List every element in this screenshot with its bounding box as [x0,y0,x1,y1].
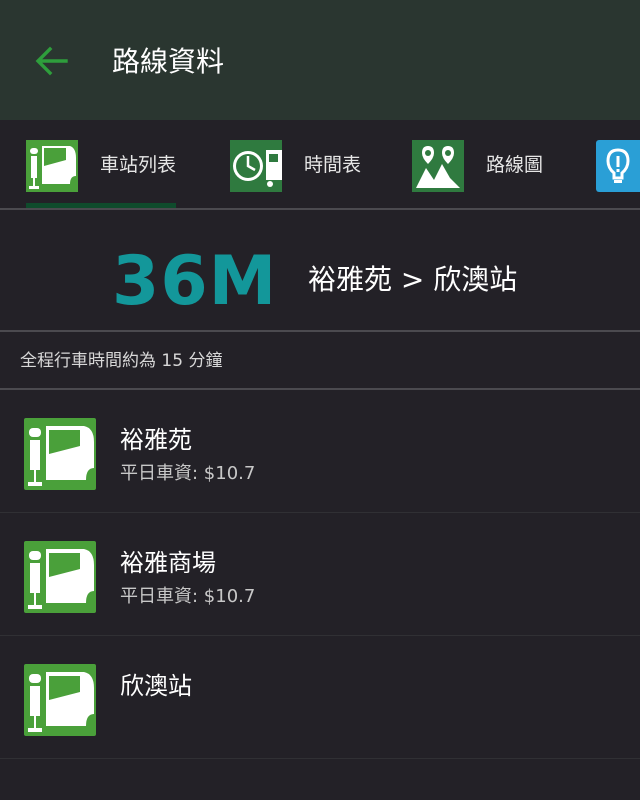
tab-bar: 車站列表 時間表 路線圖 [0,120,640,210]
stop-fare: 平日車資: $10.7 [120,463,256,484]
tab-selected-indicator [26,203,176,208]
bus-stop-icon [24,541,96,613]
tab-label: 路線圖 [486,154,544,176]
stop-name: 裕雅苑 [120,426,192,454]
list-item[interactable]: 裕雅苑 平日車資: $10.7 [0,390,640,513]
tab-info[interactable] [596,140,640,192]
stop-fare: 平日車資: $10.7 [120,586,256,607]
bus-stop-icon [24,418,96,490]
journey-time-row: 全程行車時間約為 15 分鐘 [0,332,640,390]
journey-time: 全程行車時間約為 15 分鐘 [20,351,223,371]
tab-label: 時間表 [304,154,362,176]
route-number: 36M [112,242,278,321]
route-header: 36M 裕雅苑 > 欣澳站 [0,210,640,332]
stop-list: 裕雅苑 平日車資: $10.7 裕雅商場 平日車資: $10.7 欣澳站 [0,390,640,759]
route-direction: 裕雅苑 > 欣澳站 [308,263,518,296]
bus-stop-icon [26,140,78,192]
tab-route-map[interactable]: 路線圖 [412,140,562,192]
timetable-icon [230,140,282,192]
arrow-left-icon[interactable] [34,44,70,78]
tab-stop-list[interactable]: 車站列表 [26,140,186,192]
stop-name: 裕雅商場 [120,549,216,577]
route-map-icon [412,140,464,192]
list-item[interactable]: 欣澳站 [0,636,640,759]
tab-timetable[interactable]: 時間表 [230,140,370,192]
bus-stop-icon [24,664,96,736]
tab-label: 車站列表 [100,154,177,176]
stop-name: 欣澳站 [120,672,192,700]
app-bar: 路線資料 [0,0,640,120]
list-item[interactable]: 裕雅商場 平日車資: $10.7 [0,513,640,636]
page-title: 路線資料 [112,45,225,78]
info-icon [596,140,640,192]
